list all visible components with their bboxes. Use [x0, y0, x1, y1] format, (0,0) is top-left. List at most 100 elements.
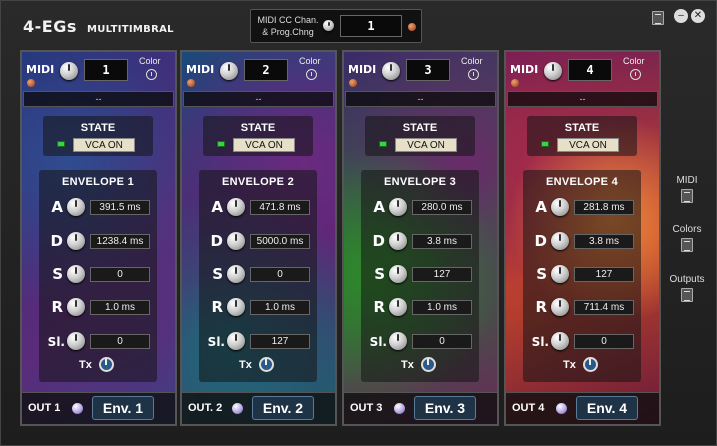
minimize-icon[interactable]: –: [674, 9, 688, 23]
tx-icon[interactable]: [421, 357, 436, 372]
param-value[interactable]: 0: [412, 334, 472, 349]
colors-copy-icon[interactable]: [681, 238, 693, 252]
state-value-button[interactable]: VCA ON: [233, 138, 295, 152]
release-knob[interactable]: [67, 298, 85, 316]
param-value[interactable]: 1.0 ms: [250, 300, 310, 315]
copy-icon[interactable]: [652, 11, 664, 25]
release-knob[interactable]: [227, 298, 245, 316]
color-label: Color: [461, 56, 483, 66]
midi-channel-value[interactable]: 2: [244, 59, 288, 81]
param-label: A: [211, 198, 223, 216]
env-button[interactable]: Env. 4: [576, 396, 638, 420]
envelope-title: ENVELOPE 1: [61, 176, 135, 188]
state-panel: STATE VCA ON: [203, 116, 313, 156]
param-sustain: S 0: [199, 265, 317, 287]
param-sustain: S 0: [39, 265, 157, 287]
state-panel: STATE VCA ON: [365, 116, 475, 156]
attack-knob[interactable]: [551, 198, 569, 216]
slope-knob[interactable]: [67, 332, 85, 350]
env-button[interactable]: Env. 3: [414, 396, 476, 420]
param-value[interactable]: 0: [90, 267, 150, 282]
attack-knob[interactable]: [227, 198, 245, 216]
channel-name-bar[interactable]: --: [507, 91, 658, 107]
param-value[interactable]: 1.0 ms: [412, 300, 472, 315]
midi-channel-knob[interactable]: [544, 62, 562, 80]
decay-knob[interactable]: [67, 232, 85, 250]
param-value[interactable]: 391.5 ms: [90, 200, 150, 215]
state-value-button[interactable]: VCA ON: [557, 138, 619, 152]
param-value[interactable]: 127: [250, 334, 310, 349]
param-label: S: [52, 265, 63, 283]
param-value[interactable]: 0: [250, 267, 310, 282]
param-value[interactable]: 3.8 ms: [412, 234, 472, 249]
channel-name-bar[interactable]: --: [23, 91, 174, 107]
param-value[interactable]: 1238.4 ms: [90, 234, 150, 249]
decay-knob[interactable]: [389, 232, 407, 250]
slope-knob[interactable]: [227, 332, 245, 350]
channel-name-bar[interactable]: --: [345, 91, 496, 107]
decay-knob[interactable]: [551, 232, 569, 250]
attack-knob[interactable]: [67, 198, 85, 216]
attack-knob[interactable]: [389, 198, 407, 216]
param-value[interactable]: 127: [574, 267, 634, 282]
state-value-button[interactable]: VCA ON: [395, 138, 457, 152]
tx-row: Tx: [361, 357, 479, 375]
slope-knob[interactable]: [551, 332, 569, 350]
midi-channel-value[interactable]: 1: [84, 59, 128, 81]
close-icon[interactable]: ✕: [691, 9, 705, 23]
sustain-knob[interactable]: [551, 265, 569, 283]
state-value-button[interactable]: VCA ON: [73, 138, 135, 152]
midi-channel-knob[interactable]: [60, 62, 78, 80]
decay-knob[interactable]: [227, 232, 245, 250]
env-button[interactable]: Env. 1: [92, 396, 154, 420]
release-knob[interactable]: [389, 298, 407, 316]
sustain-knob[interactable]: [389, 265, 407, 283]
param-attack: A 391.5 ms: [39, 198, 157, 220]
tx-label: Tx: [79, 359, 92, 371]
param-value[interactable]: 280.0 ms: [412, 200, 472, 215]
slope-knob[interactable]: [389, 332, 407, 350]
tx-label: Tx: [401, 359, 414, 371]
param-value[interactable]: 3.8 ms: [574, 234, 634, 249]
param-value[interactable]: 0: [90, 334, 150, 349]
param-value[interactable]: 471.8 ms: [250, 200, 310, 215]
midi-channel-knob[interactable]: [220, 62, 238, 80]
param-slope: Sl. 0: [39, 332, 157, 354]
param-value[interactable]: 5000.0 ms: [250, 234, 310, 249]
sustain-knob[interactable]: [227, 265, 245, 283]
color-icon[interactable]: [630, 69, 641, 80]
param-label: R: [51, 298, 63, 316]
output-knob[interactable]: [72, 403, 83, 414]
param-value[interactable]: 127: [412, 267, 472, 282]
midi-channel-value[interactable]: 3: [406, 59, 450, 81]
outputs-copy-icon[interactable]: [681, 288, 693, 302]
channel-footer: OUT 1 Env. 1: [22, 392, 175, 424]
midi-cc-knob[interactable]: [323, 20, 334, 31]
param-value[interactable]: 0: [574, 334, 634, 349]
tx-icon[interactable]: [583, 357, 598, 372]
tx-icon[interactable]: [259, 357, 274, 372]
midi-cc-value[interactable]: 1: [340, 15, 402, 37]
output-knob[interactable]: [232, 403, 243, 414]
tx-icon[interactable]: [99, 357, 114, 372]
release-knob[interactable]: [551, 298, 569, 316]
output-label: OUT 1: [28, 402, 61, 414]
envelope-title: ENVELOPE 4: [545, 176, 619, 188]
env-button[interactable]: Env. 2: [252, 396, 314, 420]
midi-channel-knob[interactable]: [382, 62, 400, 80]
color-icon[interactable]: [306, 69, 317, 80]
param-value[interactable]: 281.8 ms: [574, 200, 634, 215]
param-value[interactable]: 711.4 ms: [574, 300, 634, 315]
param-label: Sl.: [207, 335, 225, 349]
output-knob[interactable]: [394, 403, 405, 414]
midi-copy-icon[interactable]: [681, 189, 693, 203]
midi-channel-value[interactable]: 4: [568, 59, 612, 81]
sustain-knob[interactable]: [67, 265, 85, 283]
color-label: Color: [139, 56, 161, 66]
color-icon[interactable]: [146, 69, 157, 80]
color-icon[interactable]: [468, 69, 479, 80]
channel-name-bar[interactable]: --: [183, 91, 334, 107]
output-knob[interactable]: [556, 403, 567, 414]
param-value[interactable]: 1.0 ms: [90, 300, 150, 315]
tx-label: Tx: [563, 359, 576, 371]
